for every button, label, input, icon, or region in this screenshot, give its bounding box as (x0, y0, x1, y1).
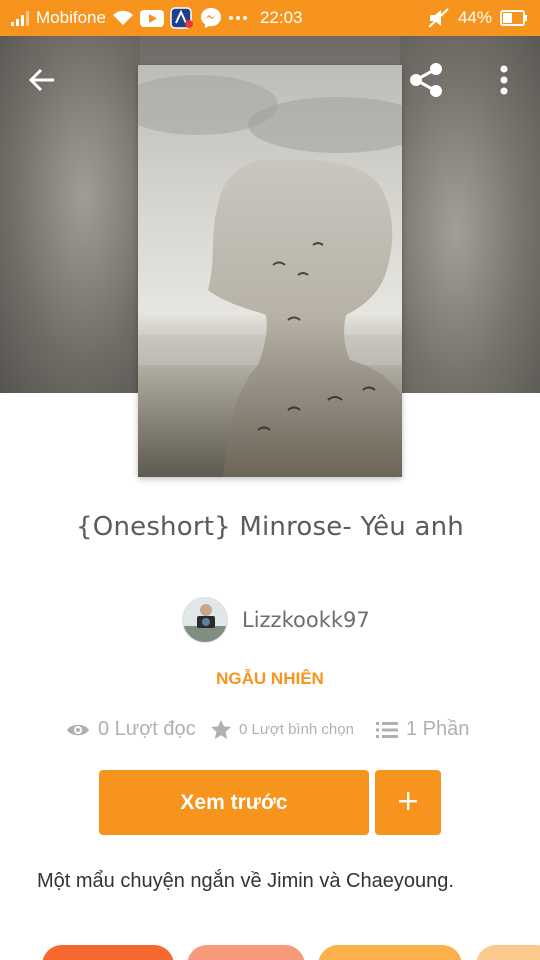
status-bar: Mobifone 22:03 44% (0, 0, 540, 36)
mute-icon (428, 8, 450, 28)
cover-artwork (138, 65, 402, 477)
list-icon (376, 721, 398, 739)
more-vertical-icon (500, 65, 508, 99)
story-title: {Oneshort} Minrose- Yêu anh (76, 512, 464, 542)
more-options-button[interactable] (488, 60, 520, 104)
category-label[interactable]: NGẪU NHIÊN (0, 669, 540, 689)
story-stats: 0 Lượt đọc 0 Lượt bình chọn 1 Phần (66, 718, 469, 741)
messenger-icon (200, 7, 222, 29)
arrow-left-icon (28, 67, 56, 97)
author-name[interactable]: Lizzkookk97 (242, 608, 370, 632)
votes-count: 0 Lượt bình chọn (239, 721, 354, 738)
star-icon (211, 720, 231, 739)
share-icon (406, 60, 446, 104)
youtube-icon (139, 9, 164, 27)
app-icon (170, 7, 194, 29)
story-description: Một mẩu chuyện ngắn về Jimin và Chaeyoun… (37, 870, 454, 892)
carrier-name: Mobifone (36, 8, 106, 27)
votes-stat: 0 Lượt bình chọn (211, 720, 376, 739)
back-button[interactable] (22, 62, 62, 102)
eye-icon (66, 722, 90, 738)
story-cover[interactable] (138, 65, 402, 477)
tag-chip[interactable] (476, 945, 540, 960)
share-button[interactable] (404, 60, 448, 104)
tag-chip[interactable] (318, 945, 462, 960)
status-left: Mobifone 22:03 (0, 7, 302, 29)
tag-chip[interactable] (187, 945, 305, 960)
read-preview-button[interactable]: Xem trước (99, 770, 369, 835)
add-to-library-button[interactable] (375, 770, 441, 835)
more-dots-icon (228, 15, 248, 21)
signal-icon (10, 10, 30, 26)
wifi-icon (112, 10, 134, 26)
blurred-background-left (0, 36, 140, 393)
author-row[interactable]: Lizzkookk97 (182, 597, 370, 643)
battery-percent: 44% (457, 8, 492, 27)
reads-count: 0 Lượt đọc (98, 718, 196, 740)
clock: 22:03 (259, 8, 303, 27)
parts-stat[interactable]: 1 Phần (376, 718, 469, 741)
tag-chip[interactable] (42, 945, 174, 960)
plus-icon (398, 791, 418, 814)
status-right: 44% (428, 8, 540, 28)
reads-stat: 0 Lượt đọc (66, 718, 211, 741)
parts-count: 1 Phần (406, 718, 470, 740)
avatar[interactable] (182, 597, 228, 643)
battery-icon (500, 10, 528, 26)
